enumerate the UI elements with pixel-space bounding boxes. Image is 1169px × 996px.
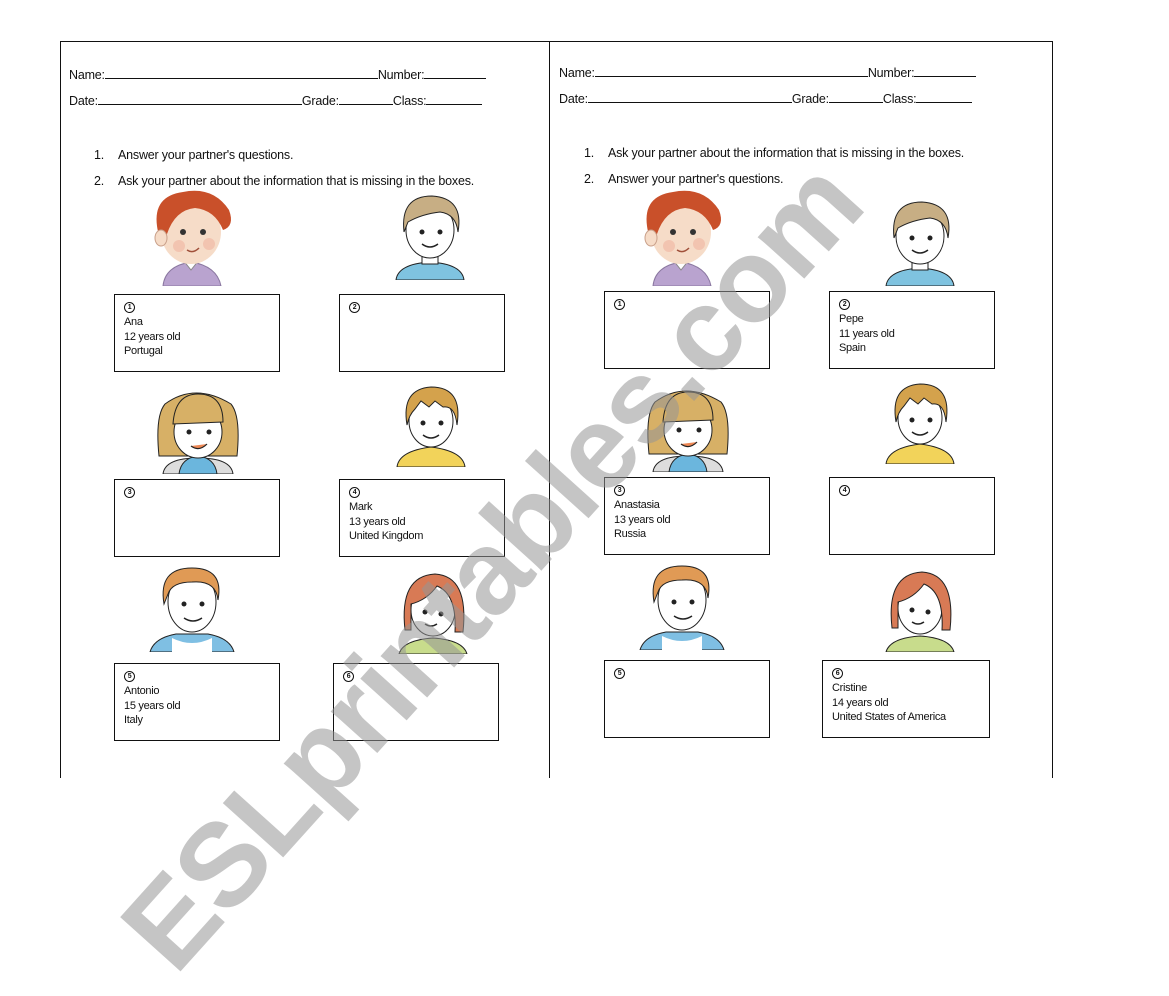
- person-country: Portugal: [124, 345, 163, 357]
- class-field[interactable]: [426, 94, 483, 105]
- brown-haired-boy-illustration: [395, 195, 465, 280]
- date-grade-class-row: Date: Grade: Class:: [69, 94, 483, 108]
- class-label: Class:: [882, 92, 917, 106]
- person-name: Ana: [124, 316, 143, 328]
- person-card-5[interactable]: 5: [604, 660, 770, 738]
- grade-label: Grade:: [791, 92, 829, 106]
- person-country: United States of America: [832, 711, 946, 723]
- number-badge: 2: [349, 302, 360, 313]
- number-badge: 1: [614, 299, 625, 310]
- person-age: 13 years old: [614, 513, 671, 526]
- person-age: 11 years old: [839, 327, 895, 340]
- number-badge: 1: [124, 302, 135, 313]
- person-card-6[interactable]: 6: [333, 663, 499, 741]
- person-age: 14 years old: [832, 696, 889, 709]
- class-label: Class:: [392, 94, 427, 108]
- person-card-2: 2 Pepe 11 years old Spain: [829, 291, 995, 369]
- person-age: 12 years old: [124, 330, 181, 343]
- frame-left-border: [60, 41, 61, 778]
- frame-right-border: [1052, 41, 1053, 778]
- number-badge: 2: [839, 299, 850, 310]
- number-badge: 4: [839, 485, 850, 496]
- person-card-3: 3 Anastasia 13 years old Russia: [604, 477, 770, 555]
- number-badge: 3: [124, 487, 135, 498]
- red-haired-girl-illustration: [154, 190, 231, 286]
- person-age: 15 years old: [124, 699, 181, 712]
- person-card-4[interactable]: 4: [829, 477, 995, 555]
- instruction-1: 1. Answer your partner's questions.: [94, 148, 294, 162]
- class-field[interactable]: [916, 92, 973, 103]
- person-country: Spain: [839, 342, 866, 354]
- date-label: Date:: [559, 92, 588, 106]
- frame-center-divider: [549, 41, 550, 778]
- number-field[interactable]: [424, 68, 487, 79]
- person-country: Russia: [614, 528, 646, 540]
- number-badge: 5: [124, 671, 135, 682]
- number-badge: 6: [832, 668, 843, 679]
- date-grade-class-row: Date: Grade: Class:: [559, 92, 973, 106]
- blonde-girl-illustration: [647, 390, 729, 472]
- number-label: Number:: [867, 66, 915, 80]
- person-card-1: 1 Ana 12 years old Portugal: [114, 294, 280, 372]
- name-number-row: Name: Number:: [559, 66, 977, 80]
- auburn-girl-illustration: [398, 573, 468, 654]
- instruction-1: 1. Ask your partner about the information…: [584, 146, 965, 160]
- date-field[interactable]: [97, 94, 302, 105]
- person-name: Cristine: [832, 682, 867, 694]
- name-label: Name:: [69, 68, 105, 82]
- person-card-5: 5 Antonio 15 years old Italy: [114, 663, 280, 741]
- grade-field[interactable]: [338, 94, 393, 105]
- person-card-2[interactable]: 2: [339, 294, 505, 372]
- person-age: 13 years old: [349, 515, 406, 528]
- instruction-2: 2. Answer your partner's questions.: [584, 172, 784, 186]
- number-label: Number:: [377, 68, 425, 82]
- blond-boy-illustration: [396, 386, 466, 467]
- person-name: Mark: [349, 501, 373, 513]
- person-country: United Kingdom: [349, 530, 424, 542]
- number-field[interactable]: [914, 66, 977, 77]
- person-country: Italy: [124, 714, 143, 726]
- ginger-boy-illustration: [639, 565, 725, 650]
- blond-boy-illustration: [885, 383, 955, 464]
- ginger-boy-illustration: [149, 567, 235, 652]
- grade-field[interactable]: [828, 92, 883, 103]
- auburn-girl-illustration: [885, 571, 955, 652]
- name-label: Name:: [559, 66, 595, 80]
- grade-label: Grade:: [301, 94, 339, 108]
- person-card-1[interactable]: 1: [604, 291, 770, 369]
- date-field[interactable]: [587, 92, 792, 103]
- person-card-3[interactable]: 3: [114, 479, 280, 557]
- red-haired-girl-illustration: [644, 190, 721, 286]
- person-card-6: 6 Cristine 14 years old United States of…: [822, 660, 990, 738]
- person-name: Antonio: [124, 685, 160, 697]
- number-badge: 5: [614, 668, 625, 679]
- number-badge: 4: [349, 487, 360, 498]
- name-field[interactable]: [104, 68, 378, 79]
- number-badge: 3: [614, 485, 625, 496]
- person-card-4: 4 Mark 13 years old United Kingdom: [339, 479, 505, 557]
- brown-haired-boy-illustration: [885, 201, 955, 286]
- date-label: Date:: [69, 94, 98, 108]
- name-number-row: Name: Number:: [69, 68, 487, 82]
- number-badge: 6: [343, 671, 354, 682]
- person-name: Pepe: [839, 313, 864, 325]
- person-name: Anastasia: [614, 499, 660, 511]
- blonde-girl-illustration: [157, 392, 239, 474]
- name-field[interactable]: [594, 66, 868, 77]
- frame-top-border: [60, 41, 1053, 42]
